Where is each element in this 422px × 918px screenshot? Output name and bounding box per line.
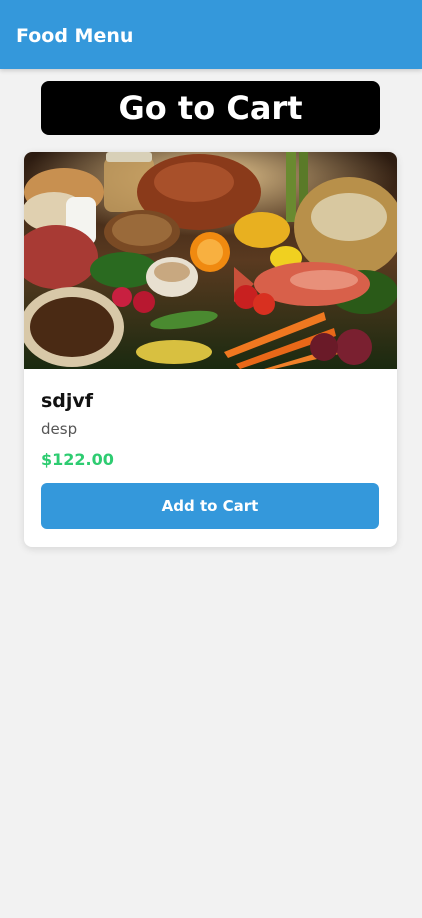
food-photo [24, 152, 397, 369]
food-item-price: $122.00 [41, 450, 114, 469]
food-card: sdjvf desp $122.00 Add to Cart [24, 152, 397, 547]
app-header: Food Menu [0, 0, 422, 69]
food-item-name: sdjvf [41, 390, 94, 412]
food-item-description: desp [41, 420, 78, 438]
go-to-cart-button[interactable]: Go to Cart [41, 81, 380, 135]
app-title: Food Menu [16, 24, 134, 47]
add-to-cart-button[interactable]: Add to Cart [41, 483, 379, 529]
